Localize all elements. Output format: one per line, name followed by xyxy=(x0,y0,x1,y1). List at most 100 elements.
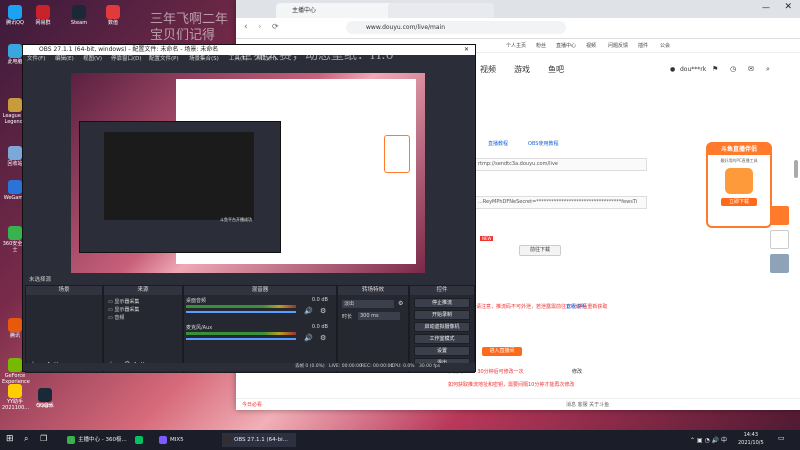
gear-icon[interactable]: ⚙ xyxy=(320,334,326,342)
transition-gear-icon[interactable]: ⚙ xyxy=(398,300,403,307)
bookmark-item[interactable]: 问题反馈 xyxy=(608,42,628,49)
duration-input[interactable]: 300 ms xyxy=(358,312,400,320)
volume-slider[interactable] xyxy=(186,311,296,313)
home-side-icon[interactable] xyxy=(770,230,789,249)
desktop-icon-label: 网易群 xyxy=(35,20,51,26)
obs-menu-scene-collection[interactable]: 场景集合(S) xyxy=(189,55,219,64)
source-item[interactable]: ▭ 显示器采集 xyxy=(108,306,139,314)
desktop-icon[interactable]: 腾讯QQ xyxy=(2,5,28,26)
task-obs[interactable]: OBS 27.1.1 (64-bi... xyxy=(222,433,296,447)
avatar[interactable]: ● xyxy=(670,66,675,73)
goto-download-button[interactable]: 前往下载 xyxy=(519,245,561,256)
nav-fish-bar[interactable]: 鱼吧 xyxy=(548,64,564,75)
obs-menu-profile[interactable]: 配置文件(P) xyxy=(149,55,179,64)
obs-tutorial-link[interactable]: OBS使用教程 xyxy=(528,140,558,147)
bookmark-item[interactable]: 直播中心 xyxy=(556,42,576,49)
tab-second[interactable] xyxy=(388,3,494,18)
footer-left[interactable]: 今日必看 xyxy=(242,401,262,408)
message-icon[interactable]: ✉ xyxy=(748,65,754,73)
speaker-icon[interactable]: 🔊 xyxy=(304,307,313,315)
minimize-icon[interactable]: — xyxy=(762,3,770,12)
task-view-icon[interactable]: ❐ xyxy=(40,434,47,443)
stop-streaming-button[interactable]: 停止推流 xyxy=(414,298,470,308)
transition-select[interactable]: 淡出 xyxy=(342,300,394,308)
nav-game[interactable]: 游戏 xyxy=(514,64,530,75)
volume-slider[interactable] xyxy=(186,338,296,340)
play-side-icon[interactable] xyxy=(770,206,789,225)
obs-menu-file[interactable]: 文件(F) xyxy=(27,55,45,64)
obs-window: OBS 27.1.1 (64-bit, windows) - 配置文件: 未命名… xyxy=(22,44,476,373)
username[interactable]: dou***rk xyxy=(680,66,706,73)
windows-start-icon[interactable]: ⊞ xyxy=(6,434,14,444)
url-input[interactable]: www.douyu.com/live/main xyxy=(346,21,566,34)
wechat-icon xyxy=(135,436,143,444)
scenes-dock: 场景 + − ∧ ∨ xyxy=(25,285,103,373)
obs-menu-docks[interactable]: 停靠窗口(D) xyxy=(111,55,142,64)
gear-icon[interactable]: ⚙ xyxy=(320,307,326,315)
bookmark-item[interactable]: 个人主页 xyxy=(506,42,526,49)
desktop-icon[interactable]: 网易群 xyxy=(30,5,56,26)
desktop-icon[interactable]: 数值 xyxy=(100,5,126,26)
speaker-icon[interactable]: 🔊 xyxy=(304,334,313,342)
tray-icons[interactable]: ⌃ ▣ ◔ 🔊 中 xyxy=(690,435,727,444)
mixer-channel: 麦克风/Aux 0.0 dB 🔊 ⚙ xyxy=(186,324,334,346)
fps: 30.00 fps xyxy=(419,364,441,369)
view-doc-link[interactable]: 查看说明 xyxy=(566,303,586,310)
studio-mode-button[interactable]: 工作室模式 xyxy=(414,334,470,344)
dropped-frames: 丢帧 0 (0.0%) xyxy=(295,364,325,369)
source-status: 未选择源 xyxy=(29,277,52,283)
mixer-channel-name: 桌面音频 xyxy=(186,298,207,304)
sources-dock-title: 来源 xyxy=(104,286,182,295)
tutorial-link[interactable]: 直播教程 xyxy=(488,140,508,147)
task-browser[interactable]: 主播中心 - 360极... xyxy=(66,433,140,447)
search-icon[interactable]: ⌕ xyxy=(766,65,770,74)
wallpaper-text-2: 宝贝们记得 xyxy=(150,28,216,43)
share-side-icon[interactable] xyxy=(770,254,789,273)
desktop-icon[interactable]: Steam xyxy=(66,5,92,26)
promo-download-button[interactable]: 立即下载 xyxy=(721,198,757,206)
bookmark-item[interactable]: 视频 xyxy=(586,42,596,49)
obs-close-icon[interactable]: ✕ xyxy=(464,45,469,55)
source-item-label: 音频 xyxy=(114,315,125,321)
bookmark-item[interactable]: 粉丝 xyxy=(536,42,546,49)
controls-dock-title: 控件 xyxy=(410,286,474,295)
live-companion-promo[interactable]: 斗鱼直播伴侣 最好用的PC直播工具 立即下载 xyxy=(706,142,772,228)
browser-footer: 今日必看 消息 客服 关于斗鱼 xyxy=(236,398,800,411)
source-item[interactable]: ▭ 音频 xyxy=(108,314,139,322)
gift-icon[interactable]: ⚑ xyxy=(712,65,718,73)
virtual-camera-button[interactable]: 启动虚拟摄像机 xyxy=(414,322,470,332)
forward-icon[interactable]: › xyxy=(258,22,262,32)
desktop-icon[interactable]: YY助手 2021100... xyxy=(2,384,29,411)
refresh-icon[interactable]: ⟳ xyxy=(272,22,279,31)
history-icon[interactable]: ◷ xyxy=(730,65,736,73)
mixer-dock: 混音器 桌面音频 0.0 dB 🔊 ⚙ 麦克风/Aux 0.0 dB 🔊 ⚙ xyxy=(183,285,337,373)
search-icon[interactable]: ⌕ xyxy=(24,434,28,444)
clock[interactable]: 14:43 2021/10/5 xyxy=(738,431,764,447)
tab-anchor-center[interactable]: 主播中心 xyxy=(276,3,402,18)
source-item-label: 显示器采集 xyxy=(114,299,140,305)
close-icon[interactable]: ✕ xyxy=(784,2,792,12)
scrollbar-thumb[interactable] xyxy=(794,160,798,178)
nav-video[interactable]: 视频 xyxy=(480,64,496,75)
mixer-channel-db: 0.0 dB xyxy=(311,297,328,303)
source-item[interactable]: ▭ 显示器采集 xyxy=(108,298,139,306)
modify-link[interactable]: 修改 xyxy=(572,368,582,375)
back-icon[interactable]: ‹ xyxy=(244,22,248,32)
enter-room-button[interactable]: 进入直播间 xyxy=(482,347,522,356)
bookmark-item[interactable]: 插件 xyxy=(638,42,648,49)
notification-icon[interactable]: ▭ xyxy=(778,434,785,442)
task-mix5[interactable]: MIX5 xyxy=(158,433,210,447)
obs-menu-edit[interactable]: 编辑(E) xyxy=(55,55,74,64)
footer-right[interactable]: 消息 客服 关于斗鱼 xyxy=(566,401,609,408)
stream-key-field[interactable]: ...ReyMPhDFNeSecret=********************… xyxy=(474,196,647,209)
desktop-icon[interactable]: Steam xyxy=(32,388,58,409)
obs-menu-view[interactable]: 视图(V) xyxy=(83,55,102,64)
start-recording-button[interactable]: 开始录制 xyxy=(414,310,470,320)
desktop-icon-label: Steam xyxy=(36,403,54,409)
obs-preview[interactable]: 斗鱼平台开播成功 xyxy=(71,73,425,273)
bookmark-item[interactable]: 公会 xyxy=(660,42,670,49)
obs-icon xyxy=(223,436,231,444)
settings-button[interactable]: 设置 xyxy=(414,346,470,356)
rtmp-server-field[interactable]: rtmp://sendtc3a.douyu.com/live xyxy=(474,158,647,171)
mixer-dock-title: 混音器 xyxy=(184,286,336,295)
